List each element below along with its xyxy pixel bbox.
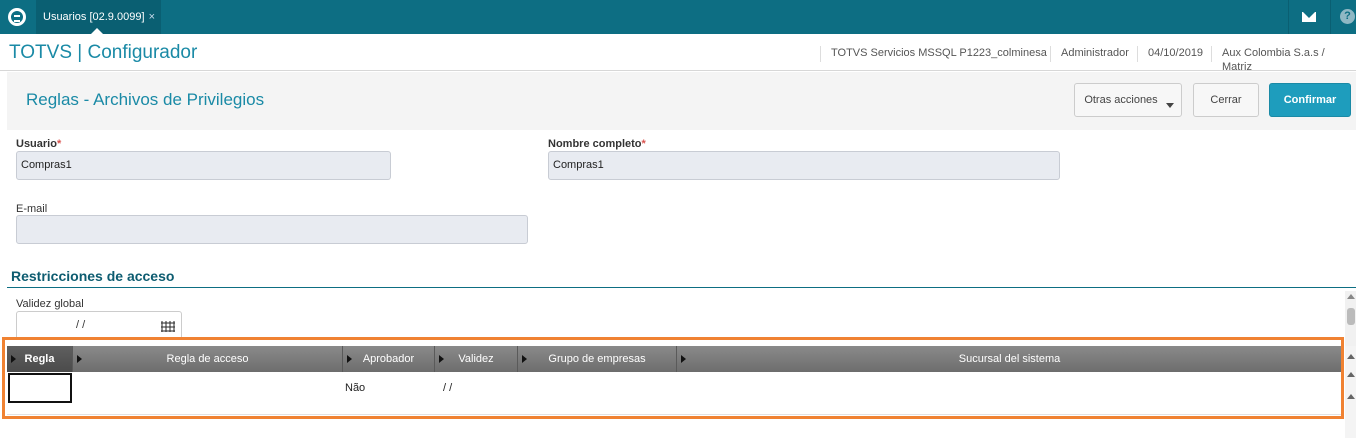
environment-label: TOTVS Servicios MSSQL P1223_colminesa <box>820 46 1047 62</box>
date-label: 04/10/2019 <box>1137 46 1203 62</box>
nombre-label: Nombre completo* <box>548 138 646 150</box>
required-mark: * <box>56 138 62 150</box>
grid-highlight-box <box>2 337 1344 419</box>
totvs-logo-icon[interactable] <box>8 8 26 26</box>
scroll-thumb[interactable] <box>1347 308 1355 325</box>
usuario-field[interactable]: Compras1 <box>16 151 391 180</box>
other-actions-button[interactable]: Otras acciones <box>1074 83 1182 117</box>
page-scrollbar[interactable] <box>1345 291 1356 346</box>
user-label: Administrador <box>1050 46 1129 62</box>
section-divider <box>7 287 1356 288</box>
validez-global-value: / / <box>76 319 86 331</box>
app-header: TOTVS | Configurador TOTVS Servicios MSS… <box>0 37 1356 73</box>
confirm-button[interactable]: Confirmar <box>1269 83 1351 117</box>
company-label: Aux Colombia S.a.s / Matriz <box>1211 46 1356 73</box>
validez-global-label: Validez global <box>16 298 84 310</box>
help-button[interactable]: ? <box>1330 0 1356 34</box>
close-button[interactable]: Cerrar <box>1193 83 1259 117</box>
scroll-up-icon[interactable] <box>1347 394 1355 399</box>
grid-scrollbar[interactable] <box>1345 346 1356 438</box>
chevron-down-icon <box>1166 103 1174 108</box>
page-title: Reglas - Archivos de Privilegios <box>26 90 265 109</box>
help-icon: ? <box>1340 9 1355 24</box>
calendar-icon[interactable] <box>161 321 175 332</box>
scroll-first-icon[interactable] <box>1347 354 1355 359</box>
mail-icon[interactable] <box>1288 0 1328 34</box>
usuario-label: Usuario* <box>16 138 62 150</box>
app-title: TOTVS | Configurador <box>9 42 198 63</box>
validez-global-field[interactable]: / / <box>16 311 182 340</box>
tab-close-icon[interactable]: × <box>149 0 155 34</box>
page-titlebar: Reglas - Archivos de Privilegios Otras a… <box>7 72 1356 130</box>
email-label: E-mail <box>16 203 48 215</box>
scroll-up-icon[interactable] <box>1347 294 1355 299</box>
required-mark: * <box>641 138 646 150</box>
other-actions-label: Otras acciones <box>1084 94 1158 106</box>
section-title: Restricciones de acceso <box>11 268 175 284</box>
scroll-up-icon[interactable] <box>1347 372 1355 377</box>
email-field[interactable] <box>16 215 528 244</box>
tab-label: Usuarios [02.9.0099] <box>43 11 145 23</box>
tab-usuarios[interactable]: Usuarios [02.9.0099] × <box>36 0 161 34</box>
top-bar: Usuarios [02.9.0099] × ? <box>0 0 1356 34</box>
nombre-field[interactable]: Compras1 <box>548 151 1060 180</box>
